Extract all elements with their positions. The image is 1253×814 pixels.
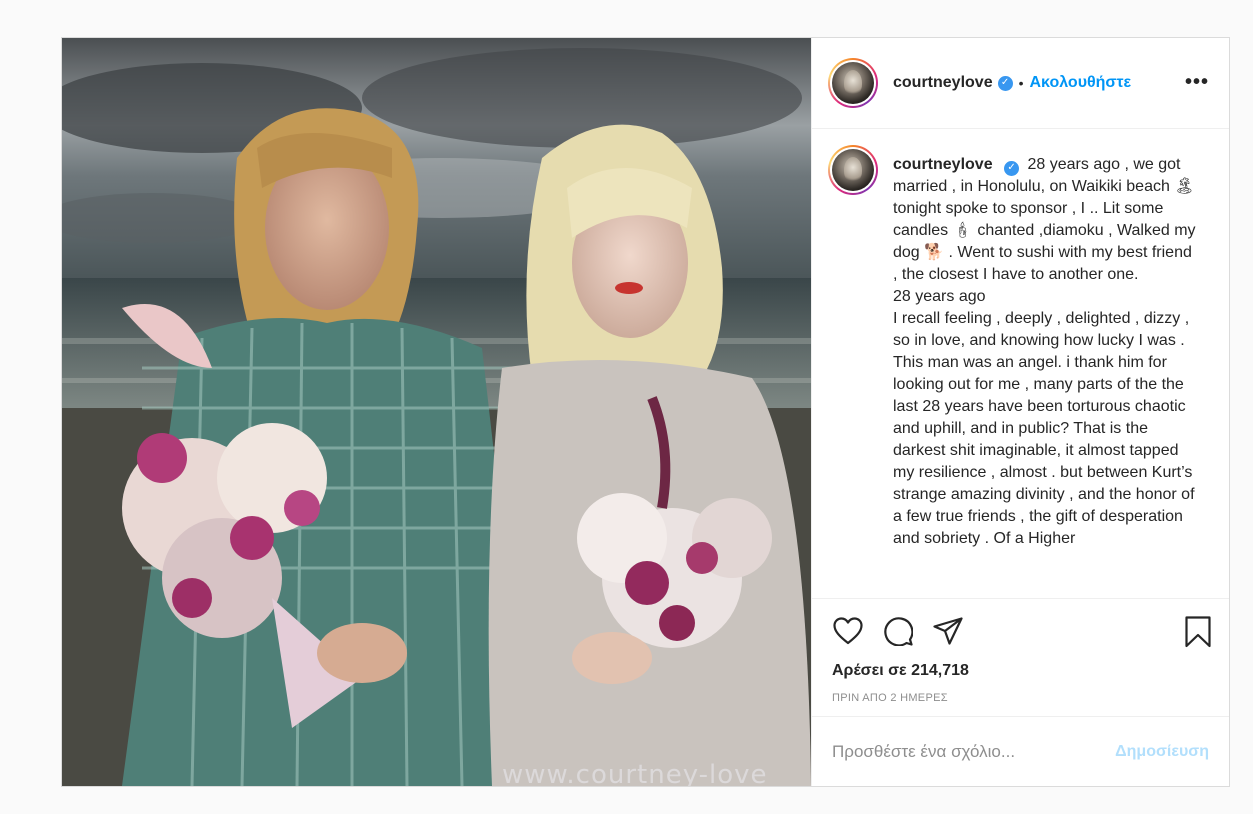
caption: courtneylove ✓ 28 years ago , we got mar… [828,145,1213,550]
more-options-icon[interactable]: ••• [1185,72,1209,92]
save-button[interactable] [1185,616,1211,653]
verified-badge-icon: ✓ [997,75,1013,91]
post-card: www.courtney-love courtneylove ✓ • Ακολο… [61,37,1230,787]
post-header: courtneylove ✓ • Ακολουθήστε ••• [812,38,1229,129]
caption-body: 28 years ago , we got married , in Honol… [893,156,1196,283]
comment-button[interactable] [882,615,914,647]
add-comment-bar: Δημοσίευση [812,716,1229,786]
header-avatar[interactable] [828,58,878,108]
caption-line-3: I recall feeling , deeply , delighted , … [893,310,1195,547]
avatar-image [832,149,874,191]
comment-icon [884,617,913,646]
verified-badge-icon: ✓ [1004,160,1020,176]
heart-icon [833,617,863,645]
caption-username[interactable]: courtneylove [893,156,993,173]
follow-button[interactable]: Ακολουθήστε [1030,74,1132,92]
share-button[interactable] [932,615,964,647]
header-username[interactable]: courtneylove [893,74,993,92]
caption-line-2: 28 years ago [893,288,986,305]
post-timestamp[interactable]: ΠΡΙΝ ΑΠΟ 2 ΗΜΕΡΕΣ [832,692,1209,704]
like-button[interactable] [832,615,864,647]
share-icon [933,617,963,645]
avatar-image [832,62,874,104]
photo-illustration [62,38,811,786]
post-photo[interactable]: www.courtney-love [62,38,811,786]
comment-input[interactable] [832,741,1116,762]
photo-watermark: www.courtney-love [502,760,768,786]
caption-avatar[interactable] [828,145,878,195]
likes-count[interactable]: Αρέσει σε 214,718 [832,662,1209,680]
post-actions: Αρέσει σε 214,718 ΠΡΙΝ ΑΠΟ 2 ΗΜΕΡΕΣ [812,598,1229,716]
caption-text: courtneylove ✓ 28 years ago , we got mar… [893,154,1197,550]
comments-section[interactable]: courtneylove ✓ 28 years ago , we got mar… [812,129,1229,598]
header-separator: • [1018,75,1024,91]
post-side-panel: courtneylove ✓ • Ακολουθήστε ••• courtne… [811,38,1229,786]
bookmark-icon [1185,616,1211,648]
post-comment-button[interactable]: Δημοσίευση [1115,743,1209,761]
